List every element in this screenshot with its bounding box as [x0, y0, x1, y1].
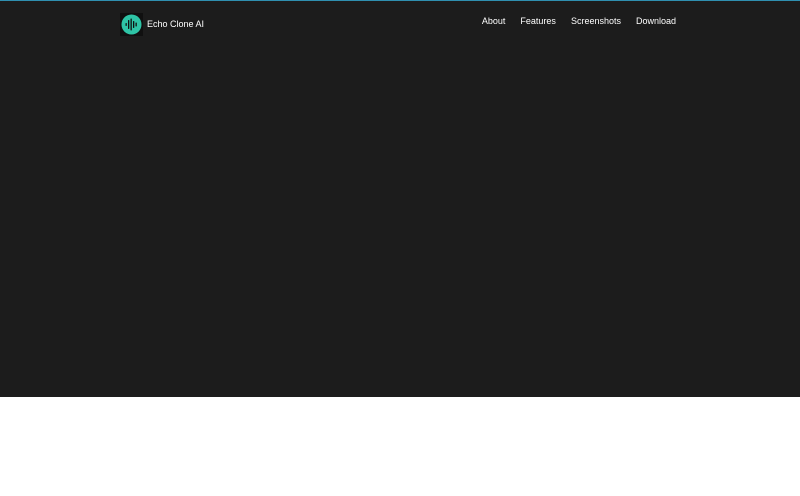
nav-link-features[interactable]: Features [520, 16, 556, 27]
app-logo [120, 13, 143, 36]
nav-menu: About Features Screenshots Download [482, 16, 676, 27]
nav-link-download[interactable]: Download [636, 16, 676, 27]
top-navbar: Echo Clone AI About Features Screenshots… [0, 1, 800, 45]
content-section [0, 397, 800, 496]
nav-link-about[interactable]: About [482, 16, 506, 27]
hero-section: Echo Clone AI About Features Screenshots… [0, 0, 800, 397]
nav-link-screenshots[interactable]: Screenshots [571, 16, 621, 27]
soundwave-icon [121, 14, 142, 35]
brand-link[interactable]: Echo Clone AI [120, 13, 204, 36]
brand-name: Echo Clone AI [147, 19, 205, 29]
